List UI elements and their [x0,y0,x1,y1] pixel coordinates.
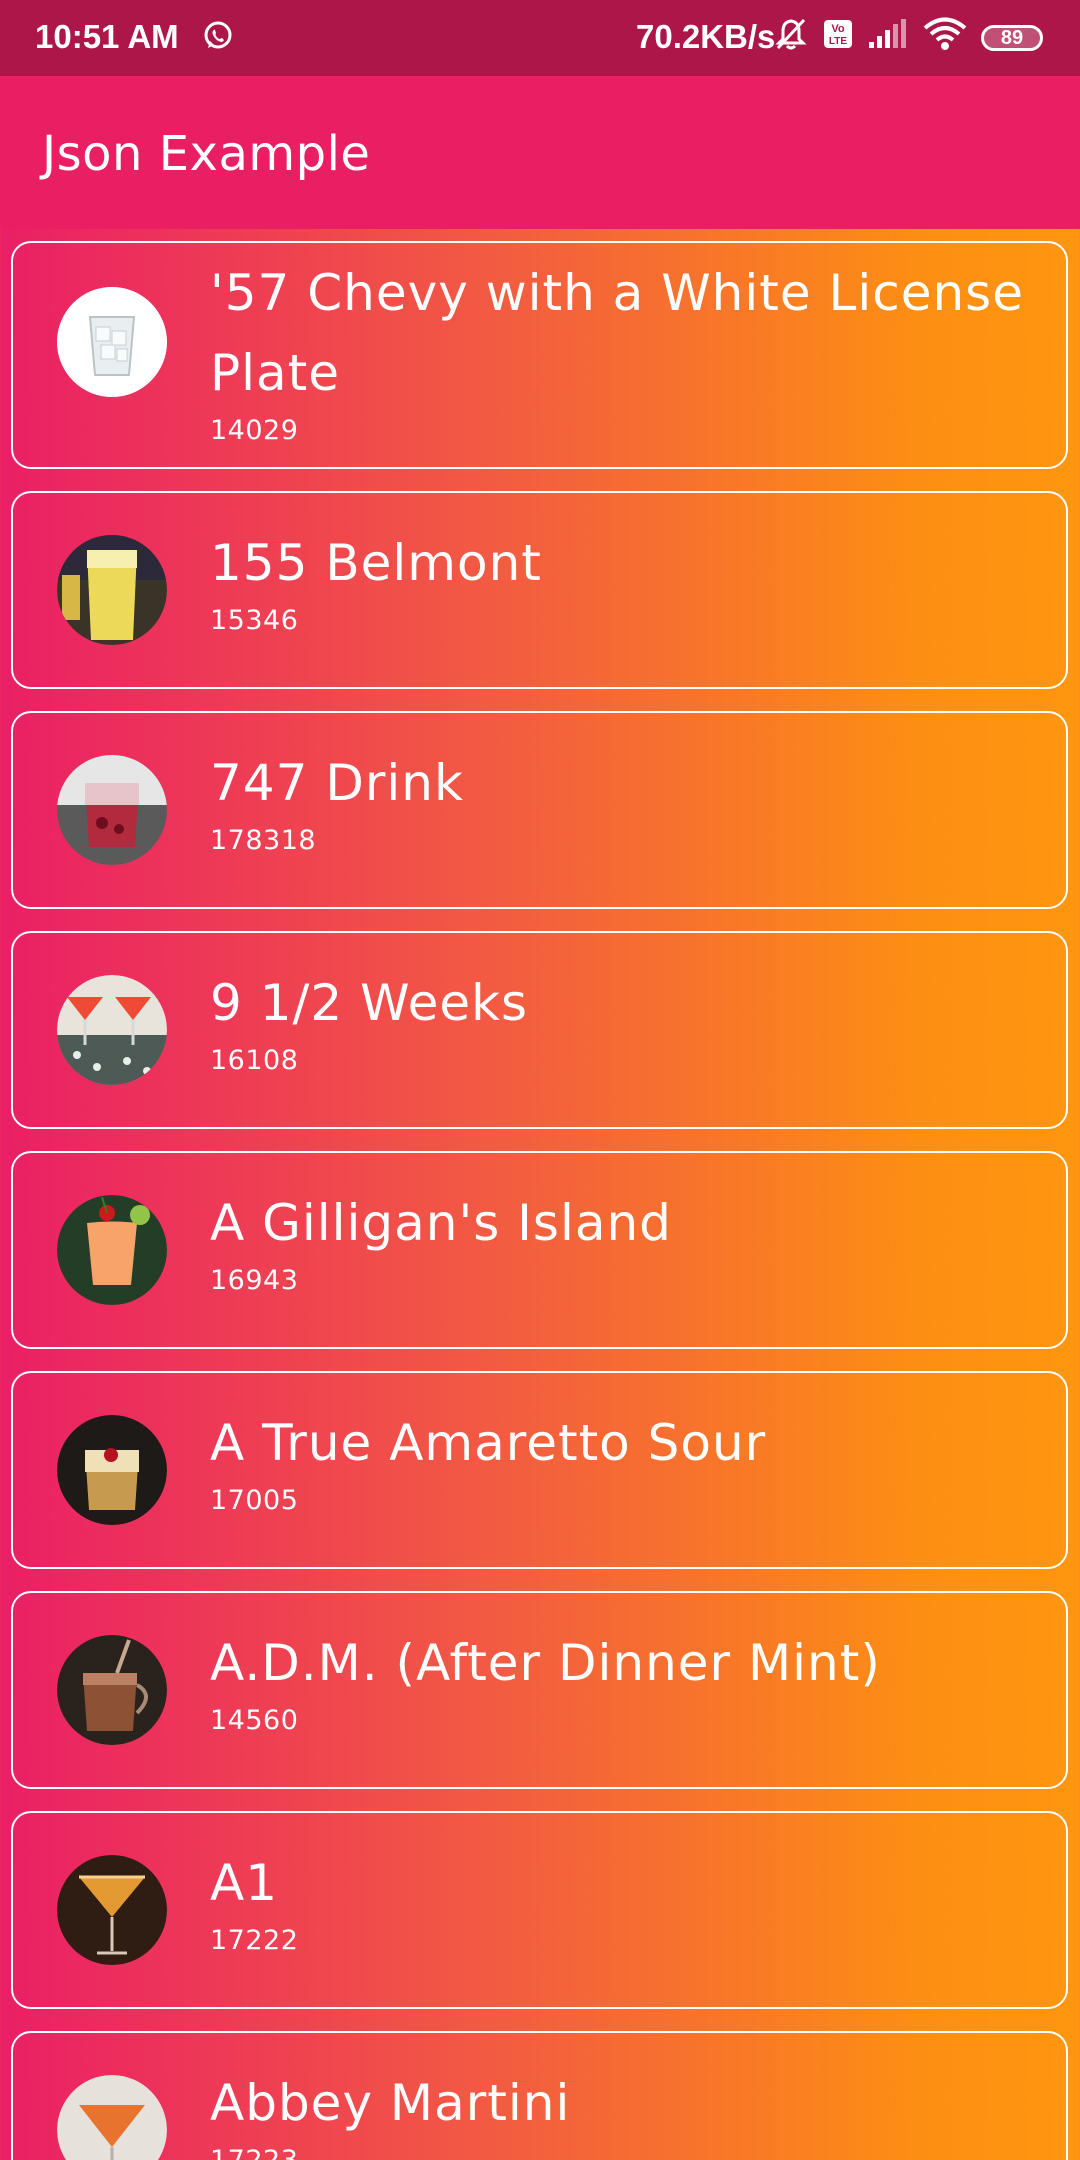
drink-thumbnail [57,1855,167,1965]
battery-icon: 89 [981,25,1043,51]
drink-name: '57 Chevy with a White License Plate [210,264,1024,402]
drink-thumbnail [57,975,167,1085]
drink-id: 15346 [210,605,299,636]
drink-thumbnail [57,2075,167,2160]
whatsapp-icon [202,20,234,52]
drink-name: 9 1/2 Weeks [210,974,529,1032]
page-title: Json Example [42,126,371,182]
mute-bell-icon [773,16,809,60]
status-icons: Vo LTE 89 [773,16,1043,60]
signal-icon [867,18,909,58]
drink-id: 16108 [210,1045,299,1076]
list-item[interactable]: A Gilligan's Island 16943 [11,1151,1068,1349]
volte-icon: Vo LTE [823,19,853,57]
list-item[interactable]: A.D.M. (After Dinner Mint) 14560 [11,1591,1068,1789]
drink-name: 155 Belmont [210,534,542,592]
list-item[interactable]: 747 Drink 178318 [11,711,1068,909]
drink-thumbnail [57,287,167,397]
drink-thumbnail [57,1415,167,1525]
drink-id: 17005 [210,1485,299,1516]
drink-id: 14560 [210,1705,299,1736]
svg-text:LTE: LTE [829,36,847,47]
drink-name: A Gilligan's Island [210,1194,672,1252]
drink-thumbnail [57,1195,167,1305]
list-item[interactable]: A True Amaretto Sour 17005 [11,1371,1068,1569]
drink-id: 17223 [210,2145,298,2160]
drink-thumbnail [57,535,167,645]
drink-id: 14029 [210,415,299,446]
network-speed: 70.2KB/s [636,18,776,55]
drink-name: A1 [210,1854,279,1912]
status-time: 10:51 AM [35,18,179,55]
list-item[interactable]: A1 17222 [11,1811,1068,2009]
drink-id: 17222 [210,1925,299,1956]
list-item[interactable]: '57 Chevy with a White License Plate 140… [11,241,1068,469]
svg-text:Vo: Vo [831,23,845,35]
drink-id: 178318 [210,825,317,856]
app-bar: Json Example [0,76,1080,229]
drink-name: 747 Drink [210,754,464,812]
wifi-icon [923,17,967,59]
status-bar: 10:51 AM 70.2KB/s Vo LTE 89 [0,0,1080,76]
list-item[interactable]: Abbey Martini 17223 [11,2031,1068,2160]
drink-name: A.D.M. (After Dinner Mint) [210,1634,881,1692]
list-item[interactable]: 155 Belmont 15346 [11,491,1068,689]
list-item[interactable]: 9 1/2 Weeks 16108 [11,931,1068,1129]
drink-name: A True Amaretto Sour [210,1414,767,1472]
drink-thumbnail [57,755,167,865]
drink-thumbnail [57,1635,167,1745]
drink-id: 16943 [210,1265,299,1296]
drink-name: Abbey Martini [210,2074,571,2132]
